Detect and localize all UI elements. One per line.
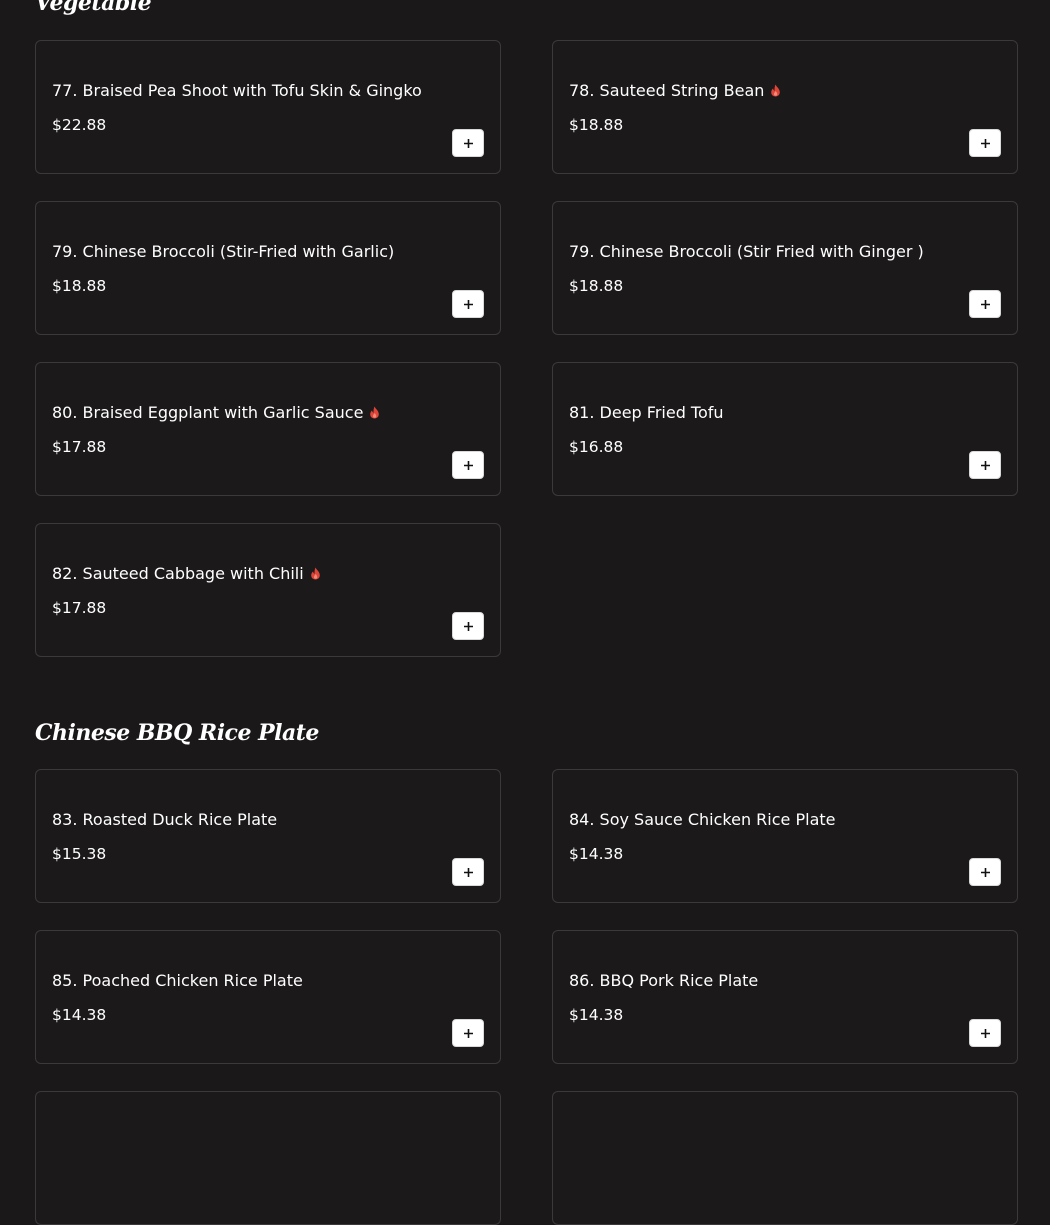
menu-item-card[interactable]: 79. Chinese Broccoli (Stir Fried with Gi… bbox=[552, 201, 1018, 335]
item-price: $15.38 bbox=[52, 845, 107, 863]
plus-icon bbox=[980, 1028, 990, 1038]
item-name: 84. Soy Sauce Chicken Rice Plate bbox=[569, 810, 836, 829]
item-name: 77. Braised Pea Shoot with Tofu Skin & G… bbox=[52, 81, 422, 100]
plus-icon bbox=[980, 460, 990, 470]
menu-item-card[interactable]: 82. Sauteed Cabbage with Chili $17.88 bbox=[35, 523, 501, 657]
add-to-cart-button[interactable] bbox=[969, 290, 1001, 318]
item-name: 85. Poached Chicken Rice Plate bbox=[52, 971, 303, 990]
item-price: $14.38 bbox=[569, 1006, 624, 1024]
menu-item-card[interactable]: 83. Roasted Duck Rice Plate $15.38 bbox=[35, 769, 501, 903]
item-name: 83. Roasted Duck Rice Plate bbox=[52, 810, 278, 829]
flame-icon bbox=[310, 567, 320, 580]
add-to-cart-button[interactable] bbox=[452, 290, 484, 318]
plus-icon bbox=[980, 299, 990, 309]
menu-item-card[interactable]: 84. Soy Sauce Chicken Rice Plate $14.38 bbox=[552, 769, 1018, 903]
plus-icon bbox=[463, 1028, 473, 1038]
item-price: $18.88 bbox=[569, 116, 624, 134]
section-title-chinese-bbq-rice-plate: Chinese BBQ Rice Plate bbox=[35, 720, 319, 746]
item-name: 82. Sauteed Cabbage with Chili bbox=[52, 564, 321, 583]
menu-item-card[interactable]: 81. Deep Fried Tofu $16.88 bbox=[552, 362, 1018, 496]
item-price: $18.88 bbox=[569, 277, 624, 295]
add-to-cart-button[interactable] bbox=[969, 129, 1001, 157]
item-price: $16.88 bbox=[569, 438, 624, 456]
menu-item-card[interactable]: 78. Sauteed String Bean $18.88 bbox=[552, 40, 1018, 174]
plus-icon bbox=[980, 138, 990, 148]
menu-item-card[interactable]: 86. BBQ Pork Rice Plate $14.38 bbox=[552, 930, 1018, 1064]
flame-icon bbox=[771, 84, 781, 97]
item-price: $14.38 bbox=[52, 1006, 107, 1024]
add-to-cart-button[interactable] bbox=[969, 451, 1001, 479]
plus-icon bbox=[980, 867, 990, 877]
item-price: $17.88 bbox=[52, 438, 107, 456]
item-price: $14.38 bbox=[569, 845, 624, 863]
add-to-cart-button[interactable] bbox=[452, 1019, 484, 1047]
add-to-cart-button[interactable] bbox=[452, 129, 484, 157]
plus-icon bbox=[463, 621, 473, 631]
menu-item-card[interactable]: 80. Braised Eggplant with Garlic Sauce $… bbox=[35, 362, 501, 496]
item-price: $18.88 bbox=[52, 277, 107, 295]
plus-icon bbox=[463, 867, 473, 877]
item-name: 79. Chinese Broccoli (Stir Fried with Gi… bbox=[569, 242, 924, 261]
plus-icon bbox=[463, 460, 473, 470]
add-to-cart-button[interactable] bbox=[452, 451, 484, 479]
menu-item-card[interactable] bbox=[552, 1091, 1018, 1225]
menu-item-card[interactable]: 77. Braised Pea Shoot with Tofu Skin & G… bbox=[35, 40, 501, 174]
add-to-cart-button[interactable] bbox=[452, 612, 484, 640]
plus-icon bbox=[463, 299, 473, 309]
menu-item-card[interactable]: 85. Poached Chicken Rice Plate $14.38 bbox=[35, 930, 501, 1064]
add-to-cart-button[interactable] bbox=[969, 1019, 1001, 1047]
section-title-vegetable: Vegetable bbox=[35, 0, 152, 16]
add-to-cart-button[interactable] bbox=[969, 858, 1001, 886]
add-to-cart-button[interactable] bbox=[452, 858, 484, 886]
flame-icon bbox=[370, 406, 380, 419]
item-name: 79. Chinese Broccoli (Stir-Fried with Ga… bbox=[52, 242, 395, 261]
menu-item-card[interactable] bbox=[35, 1091, 501, 1225]
item-name: 80. Braised Eggplant with Garlic Sauce bbox=[52, 403, 380, 422]
item-price: $22.88 bbox=[52, 116, 107, 134]
item-name: 81. Deep Fried Tofu bbox=[569, 403, 724, 422]
plus-icon bbox=[463, 138, 473, 148]
item-name: 86. BBQ Pork Rice Plate bbox=[569, 971, 759, 990]
item-price: $17.88 bbox=[52, 599, 107, 617]
menu-item-card[interactable]: 79. Chinese Broccoli (Stir-Fried with Ga… bbox=[35, 201, 501, 335]
item-name: 78. Sauteed String Bean bbox=[569, 81, 781, 100]
